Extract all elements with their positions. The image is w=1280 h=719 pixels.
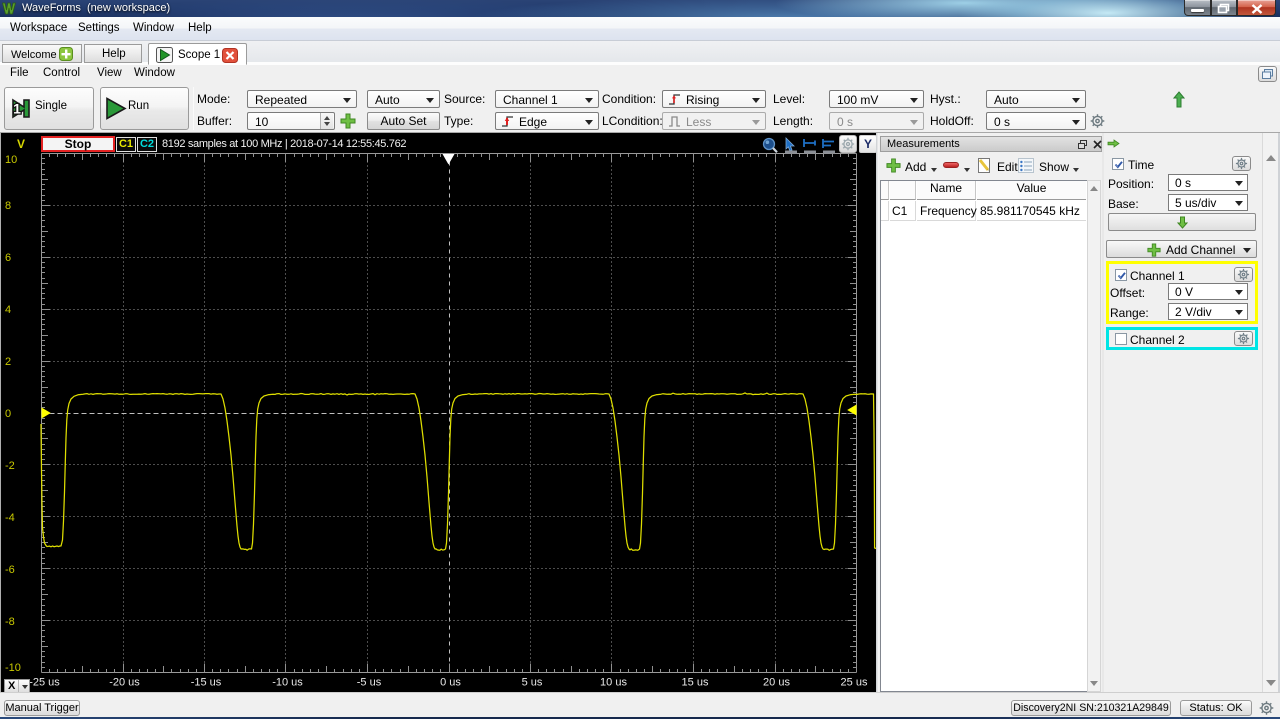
- svg-text:20 us: 20 us: [763, 677, 790, 689]
- svg-text:0: 0: [5, 408, 11, 420]
- svg-text:5 us: 5 us: [522, 677, 543, 689]
- svg-text:-10: -10: [5, 662, 21, 674]
- svg-text:0 us: 0 us: [440, 677, 461, 689]
- svg-text:6: 6: [5, 252, 11, 264]
- svg-text:-20 us: -20 us: [109, 677, 140, 689]
- svg-text:2: 2: [5, 356, 11, 368]
- svg-text:15 us: 15 us: [682, 677, 709, 689]
- svg-text:-6: -6: [5, 564, 15, 576]
- svg-text:-15 us: -15 us: [191, 677, 222, 689]
- svg-text:-25 us: -25 us: [29, 677, 60, 689]
- svg-text:10: 10: [5, 154, 17, 166]
- svg-text:-5 us: -5 us: [357, 677, 382, 689]
- svg-text:1: 1: [13, 101, 21, 117]
- svg-text:-8: -8: [5, 616, 15, 628]
- svg-text:25 us: 25 us: [841, 677, 868, 689]
- svg-text:4: 4: [5, 304, 11, 316]
- svg-text:-2: -2: [5, 460, 15, 472]
- svg-text:-10 us: -10 us: [272, 677, 303, 689]
- svg-text:-4: -4: [5, 512, 15, 524]
- svg-text:8: 8: [5, 200, 11, 212]
- svg-text:10 us: 10 us: [600, 677, 627, 689]
